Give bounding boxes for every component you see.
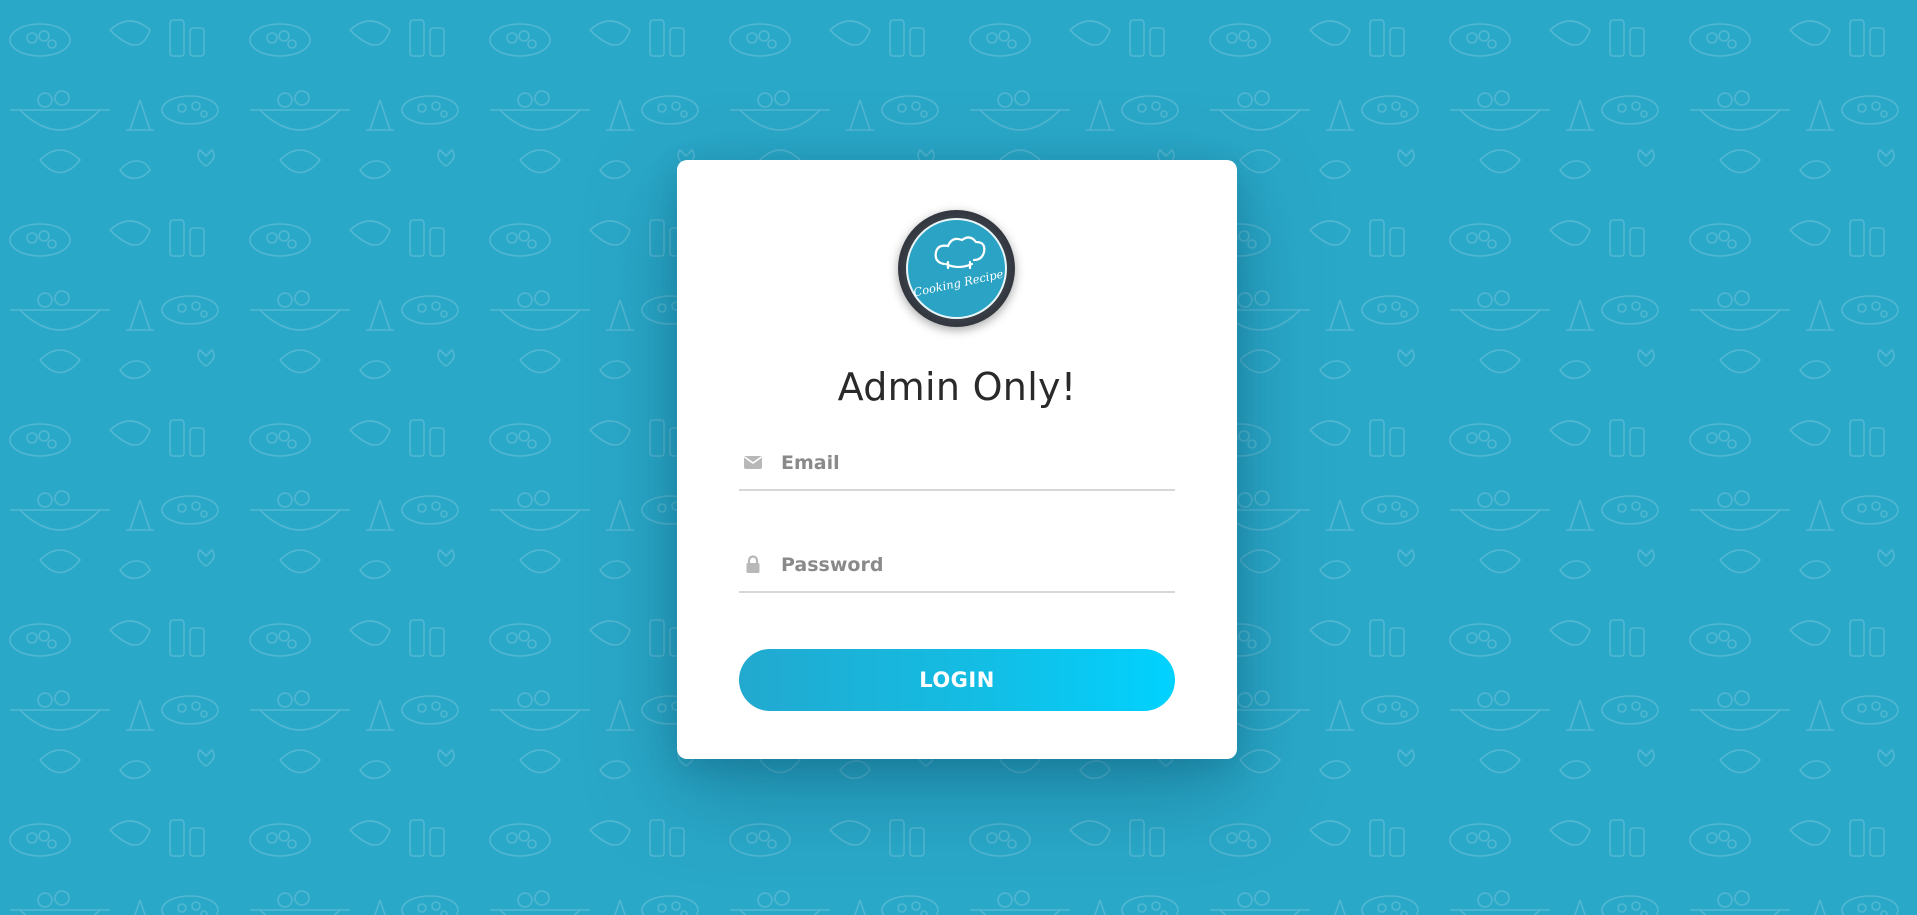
lock-icon xyxy=(746,555,760,573)
login-card: Cooking Recipe Admin Only! LOGIN xyxy=(677,160,1237,759)
email-input[interactable] xyxy=(781,445,1171,481)
logo-text: Cooking Recipe xyxy=(912,267,1005,300)
page-title: Admin Only! xyxy=(837,365,1077,409)
cooking-recipe-logo: Cooking Recipe xyxy=(898,210,1015,327)
password-input[interactable] xyxy=(781,547,1171,583)
chef-hat-icon xyxy=(934,236,986,270)
email-field-wrapper xyxy=(739,435,1175,491)
login-button[interactable]: LOGIN xyxy=(739,649,1175,711)
envelope-icon xyxy=(744,456,762,469)
password-field-wrapper xyxy=(739,537,1175,593)
